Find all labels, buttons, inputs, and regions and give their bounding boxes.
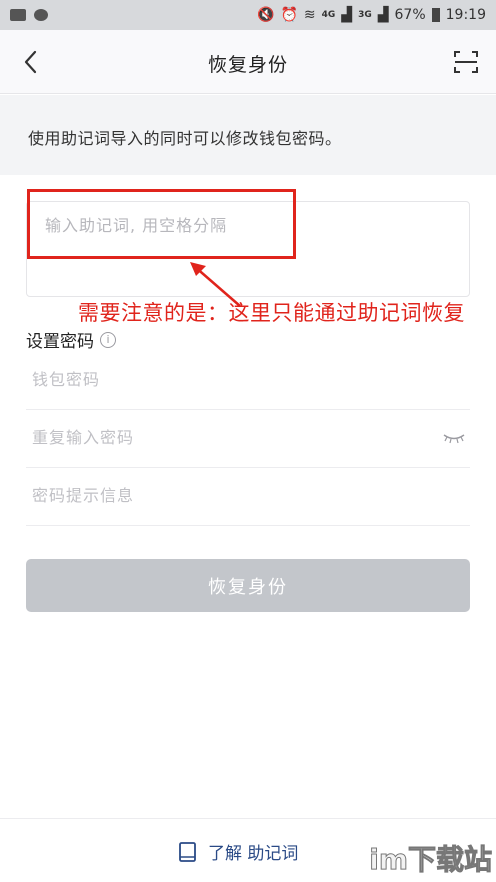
status-right-icons: 🔇 ⏰ ≋ 4G ▟ 3G ▟ 67% 19:19 (257, 7, 486, 23)
network-4g-label: 4G (321, 10, 336, 20)
status-bar: 🔇 ⏰ ≋ 4G ▟ 3G ▟ 67% 19:19 (0, 0, 496, 30)
site-watermark: im下载站 (369, 843, 493, 877)
network-3g-label: 3G (358, 10, 372, 20)
wechat-notification-icon (34, 9, 48, 21)
book-icon (179, 841, 196, 862)
signal-icon-2: ▟ (377, 7, 389, 23)
annotation-text: 需要注意的是：这里只能通过助记词恢复 (78, 301, 465, 325)
nav-header: 恢复身份 (0, 30, 496, 94)
scan-qr-icon[interactable] (452, 48, 480, 76)
repeat-password-row (26, 410, 470, 468)
password-hint-input[interactable] (32, 486, 432, 505)
eye-closed-icon[interactable] (442, 432, 466, 444)
set-password-section: 设置密码 i (26, 327, 116, 352)
description-band: 使用助记词导入的同时可以修改钱包密码。 (0, 95, 496, 175)
learn-mnemonic-link[interactable]: 了解 助记词 (178, 839, 298, 864)
set-password-label: 设置密码 (26, 332, 94, 352)
clock: 19:19 (445, 7, 486, 23)
gallery-notification-icon (10, 9, 26, 21)
alarm-icon: ⏰ (280, 7, 298, 23)
password-hint-row (26, 468, 470, 526)
mute-icon: 🔇 (257, 7, 275, 23)
page-title: 恢复身份 (207, 54, 288, 76)
wallet-password-input[interactable] (32, 370, 432, 389)
signal-icon: ▟ (341, 7, 353, 23)
wifi-icon: ≋ (303, 7, 316, 23)
battery-icon (431, 8, 440, 22)
wallet-password-row (26, 352, 470, 410)
battery-percent: 67% (394, 7, 426, 23)
restore-identity-button[interactable]: 恢复身份 (26, 559, 470, 612)
repeat-password-input[interactable] (32, 428, 432, 447)
learn-mnemonic-label: 了解 助记词 (208, 844, 299, 864)
annotation-highlight-box (27, 189, 296, 259)
info-icon[interactable]: i (100, 331, 116, 348)
import-description: 使用助记词导入的同时可以修改钱包密码。 (28, 129, 342, 148)
status-left-icons (10, 9, 48, 21)
